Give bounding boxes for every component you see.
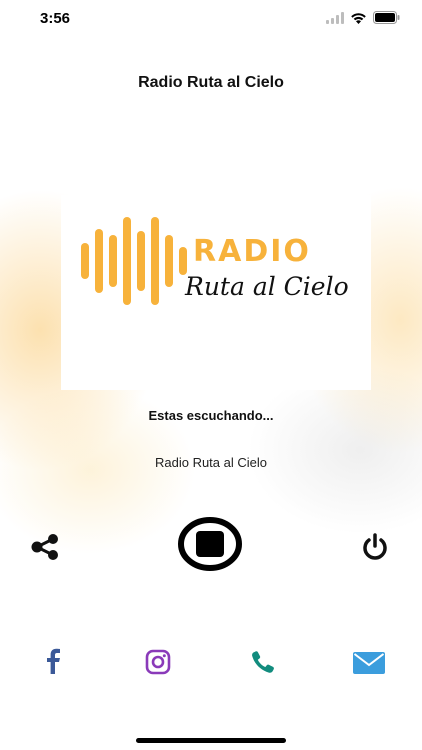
email-button[interactable] [353,652,385,679]
stop-button[interactable] [178,516,242,577]
logo-script: Ruta al Cielo [184,272,349,301]
facebook-icon [47,648,60,674]
station-name: Radio Ruta al Cielo [154,455,267,470]
station-logo: RADIO Ruta al Cielo [61,195,371,390]
logo-artwork: RADIO Ruta al Cielo [81,217,349,305]
phone-button[interactable] [250,650,276,679]
share-button[interactable] [30,534,60,565]
logo-word: RADIO [193,234,311,269]
page-title: Radio Ruta al Cielo [138,74,284,91]
power-button[interactable] [360,532,390,567]
status-bar: 3:56 [0,0,422,40]
status-time: 3:56 [40,10,71,27]
power-icon [363,533,387,560]
email-icon [353,652,385,674]
stop-icon [178,517,242,571]
listening-label: Estas escuchando... [148,408,274,423]
share-icon [31,534,58,560]
phone-icon [252,651,274,673]
wifi-icon [350,11,367,29]
signal-icon [326,11,344,29]
instagram-button[interactable] [145,649,171,680]
home-indicator [136,738,286,743]
instagram-icon [145,649,171,675]
status-icons [326,11,400,29]
facebook-button[interactable] [42,648,64,679]
battery-icon [373,11,400,29]
